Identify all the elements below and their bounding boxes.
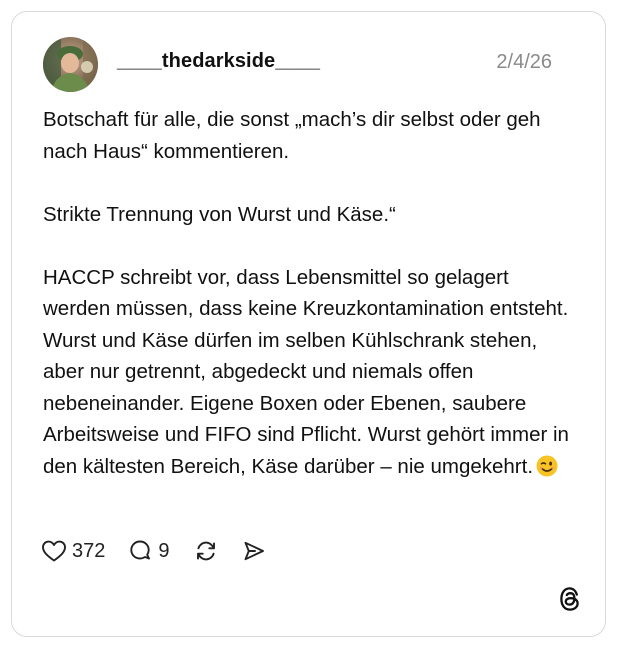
post-card: ____thedarkside____ 2/4/26 Botschaft für… xyxy=(11,11,606,637)
post-paragraph-3-text: HACCP schreibt vor, dass Lebensmittel so… xyxy=(43,265,569,478)
share-icon xyxy=(241,538,267,564)
share-button[interactable] xyxy=(241,538,267,564)
post-date: 2/4/26 xyxy=(496,51,552,73)
post-paragraph-2: Strikte Trennung von Wurst und Käse.“ xyxy=(43,202,396,226)
repost-icon xyxy=(193,538,219,564)
avatar[interactable] xyxy=(43,37,98,92)
reply-count: 9 xyxy=(158,539,170,562)
winking-face-emoji xyxy=(536,455,558,477)
repost-button[interactable] xyxy=(193,538,219,564)
reply-button[interactable]: 9 xyxy=(127,538,170,564)
username[interactable]: ____thedarkside____ xyxy=(117,50,320,73)
threads-logo-icon[interactable] xyxy=(557,585,583,613)
action-bar: 372 9 xyxy=(41,536,267,566)
heart-icon xyxy=(41,539,67,563)
post-paragraph-1: Botschaft für alle, die sonst „mach’s di… xyxy=(43,108,541,163)
like-button[interactable]: 372 xyxy=(41,539,105,563)
like-count: 372 xyxy=(72,539,106,562)
post-paragraph-3: HACCP schreibt vor, dass Lebensmittel so… xyxy=(43,262,578,483)
post-body: Botschaft für alle, die sonst „mach’s di… xyxy=(43,104,578,482)
reply-icon xyxy=(127,538,153,564)
